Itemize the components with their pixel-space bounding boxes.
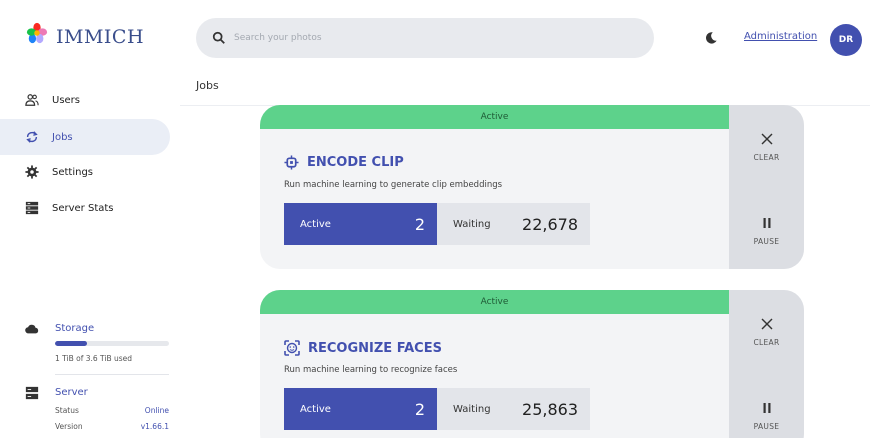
job-counts: Active 2 Waiting 22,678	[284, 203, 590, 245]
close-icon	[761, 318, 772, 330]
users-icon	[25, 94, 39, 106]
administration-link[interactable]: Administration	[744, 31, 817, 42]
waiting-count: 22,678	[522, 214, 578, 234]
pause-label: PAUSE	[753, 422, 780, 431]
server-icon	[25, 201, 39, 215]
server-status-row: Status Online	[55, 406, 169, 415]
dark-mode-moon-icon[interactable]	[704, 31, 718, 45]
cloud-icon	[25, 324, 39, 334]
clear-button[interactable]: CLEAR	[729, 318, 804, 347]
server-status-label: Status	[55, 406, 79, 415]
active-label: Active	[300, 218, 331, 230]
avatar[interactable]: DR	[830, 24, 862, 56]
server-title: Server	[55, 387, 88, 398]
server-version-value: v1.66.1	[140, 422, 169, 431]
job-description: Run machine learning to generate clip em…	[284, 180, 503, 190]
sidebar-item-label: Jobs	[52, 131, 73, 143]
logo-text[interactable]: IMMICH	[56, 26, 144, 48]
server-icon	[25, 386, 39, 400]
job-title-text: ENCODE CLIP	[307, 155, 404, 170]
sidebar-item-users[interactable]: Users	[0, 82, 170, 118]
page-title: Jobs	[196, 79, 219, 92]
sidebar-item-label: Server Stats	[52, 202, 114, 214]
server-status-value: Online	[144, 406, 169, 415]
search-input[interactable]	[234, 33, 614, 43]
waiting-label: Waiting	[453, 403, 491, 415]
face-recognition-icon	[284, 340, 300, 356]
active-count-box: Active 2	[284, 203, 437, 245]
job-card-encode-clip: Active ENCODE CLIP Run machine learning …	[260, 105, 804, 269]
active-count-box: Active 2	[284, 388, 437, 430]
storage-progress-fill	[55, 341, 87, 346]
pause-button[interactable]: PAUSE	[729, 217, 804, 246]
waiting-count: 25,863	[522, 399, 578, 419]
clear-button[interactable]: CLEAR	[729, 133, 804, 162]
pause-button[interactable]: PAUSE	[729, 402, 804, 431]
job-actions: CLEAR PAUSE	[729, 105, 804, 269]
sidebar-item-label: Users	[52, 94, 81, 106]
job-counts: Active 2 Waiting 25,863	[284, 388, 590, 430]
sync-icon	[26, 131, 38, 143]
job-title-text: RECOGNIZE FACES	[308, 340, 442, 356]
pause-label: PAUSE	[753, 237, 780, 246]
storage-usage-text: 1 TiB of 3.6 TiB used	[55, 354, 133, 363]
active-count: 2	[414, 214, 425, 234]
chip-icon	[284, 155, 299, 170]
job-card-recognize-faces: Active RECOGNIZE FACES Run machine learn…	[260, 290, 804, 438]
search-icon	[212, 31, 225, 44]
storage-progress-bar	[55, 341, 169, 346]
server-version-label: Version	[55, 422, 83, 431]
gear-icon	[25, 165, 39, 179]
waiting-count-box: Waiting 22,678	[437, 203, 590, 245]
job-status-banner: Active	[260, 290, 729, 314]
waiting-count-box: Waiting 25,863	[437, 388, 590, 430]
pause-icon	[763, 403, 770, 413]
clear-label: CLEAR	[753, 153, 780, 162]
active-count: 2	[414, 399, 425, 419]
job-status-banner: Active	[260, 105, 729, 129]
search-bar[interactable]	[196, 18, 654, 58]
top-bar: IMMICH Administration DR	[0, 0, 870, 64]
clear-label: CLEAR	[753, 338, 780, 347]
close-icon	[761, 133, 772, 145]
job-title: ENCODE CLIP	[284, 155, 404, 170]
sidebar-item-label: Settings	[52, 166, 94, 178]
divider	[55, 374, 169, 375]
job-description: Run machine learning to recognize faces	[284, 365, 458, 375]
job-actions: CLEAR PAUSE	[729, 290, 804, 438]
active-label: Active	[300, 403, 331, 415]
job-title: RECOGNIZE FACES	[284, 340, 442, 356]
sidebar-item-settings[interactable]: Settings	[0, 154, 170, 190]
sidebar: Users Jobs Settings Server Stats	[0, 64, 180, 438]
immich-logo-icon[interactable]	[26, 22, 48, 44]
storage-title: Storage	[55, 323, 95, 334]
sidebar-item-server-stats[interactable]: Server Stats	[0, 190, 170, 226]
sidebar-item-jobs[interactable]: Jobs	[0, 119, 170, 155]
waiting-label: Waiting	[453, 218, 491, 230]
server-version-row: Version v1.66.1	[55, 422, 169, 431]
pause-icon	[763, 218, 770, 228]
